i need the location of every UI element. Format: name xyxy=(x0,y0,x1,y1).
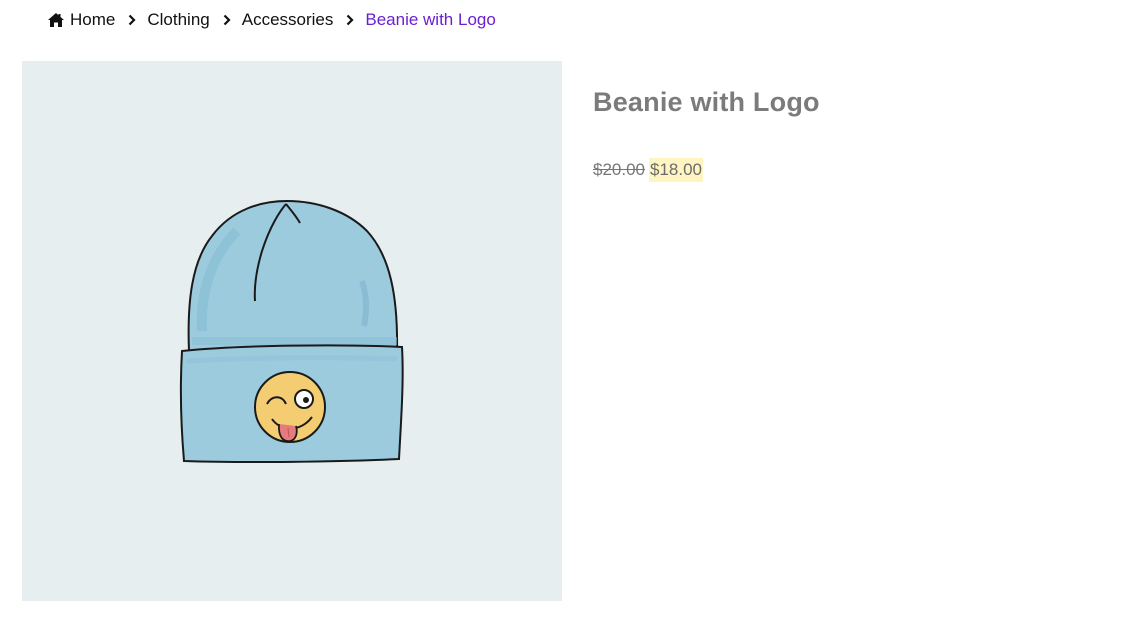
breadcrumb-home-link[interactable]: Home xyxy=(47,10,115,30)
breadcrumb-clothing-link[interactable]: Clothing xyxy=(147,10,209,30)
home-icon xyxy=(48,13,64,27)
product-price: $20.00 $18.00 xyxy=(593,158,1113,182)
breadcrumb-accessories-link[interactable]: Accessories xyxy=(242,10,334,30)
product-image[interactable] xyxy=(22,61,562,601)
chevron-right-icon xyxy=(347,14,354,26)
sale-price: $18.00 xyxy=(649,158,703,182)
breadcrumb-current-page: Beanie with Logo xyxy=(365,10,496,29)
chevron-right-icon xyxy=(129,14,136,26)
product-summary: Beanie with Logo $20.00 $18.00 xyxy=(593,80,1113,182)
regular-price: $20.00 xyxy=(593,160,645,179)
beanie-illustration xyxy=(179,199,404,464)
product-title: Beanie with Logo xyxy=(593,87,820,117)
breadcrumb: Home Clothing Accessories Beanie with Lo… xyxy=(47,6,496,34)
chevron-right-icon xyxy=(223,14,231,26)
breadcrumb-home-label: Home xyxy=(70,10,116,29)
